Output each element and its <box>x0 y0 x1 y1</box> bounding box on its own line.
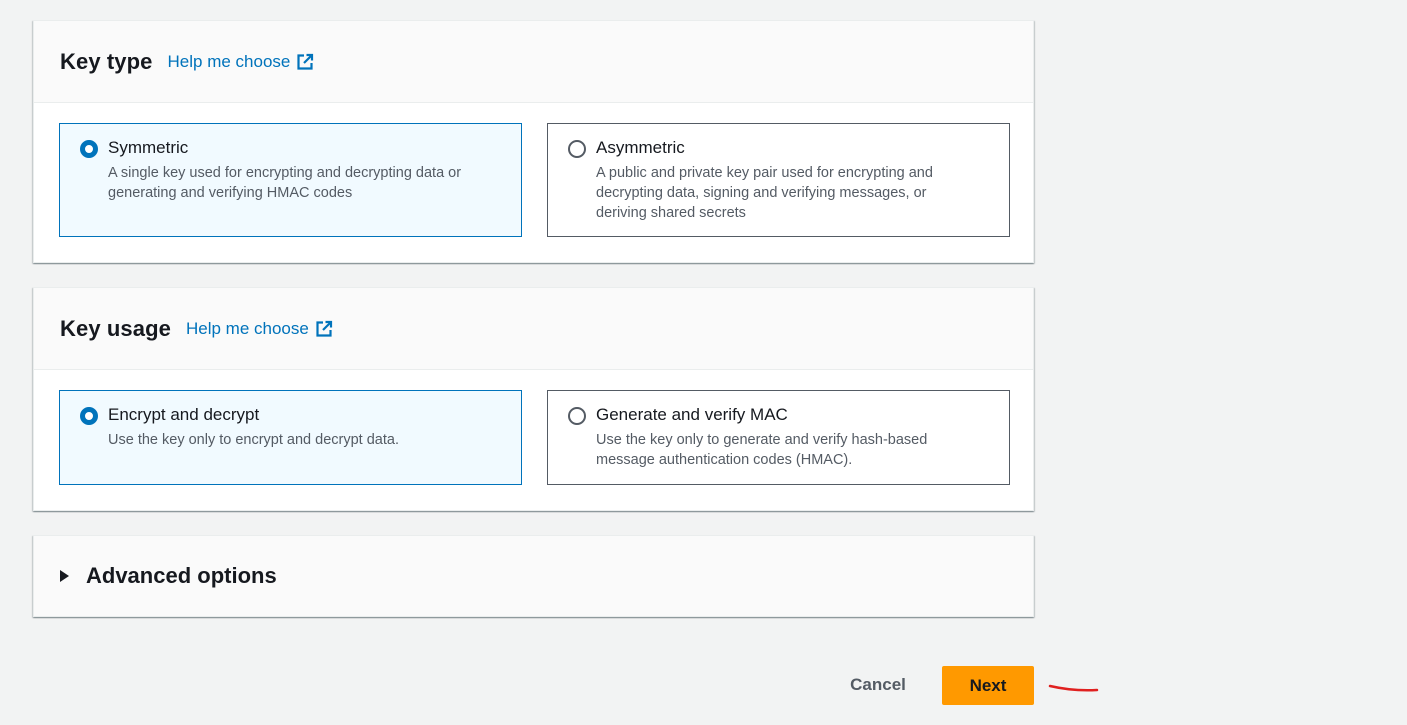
generate-verify-mac-description: Use the key only to generate and verify … <box>596 432 928 468</box>
generate-verify-mac-radio[interactable] <box>568 407 586 425</box>
symmetric-description: A single key used for encrypting and dec… <box>108 165 462 201</box>
key-type-panel: Key type Help me choose Symmetric A sing… <box>33 20 1034 263</box>
key-usage-help-label: Help me choose <box>185 318 309 338</box>
key-type-title: Key type <box>60 48 153 74</box>
encrypt-decrypt-title: Encrypt and decrypt <box>108 405 260 424</box>
asymmetric-radio[interactable] <box>568 140 586 158</box>
advanced-options-toggle[interactable]: Advanced options <box>34 536 1033 616</box>
external-link-icon <box>297 53 314 70</box>
key-type-header: Key type Help me choose <box>34 21 1033 103</box>
symmetric-title: Symmetric <box>108 138 189 157</box>
encrypt-decrypt-radio[interactable] <box>80 407 98 425</box>
external-link-icon <box>316 320 332 337</box>
cancel-button[interactable]: Cancel <box>838 666 918 704</box>
asymmetric-description: A public and private key pair used for e… <box>596 165 933 221</box>
symmetric-radio[interactable] <box>80 140 98 158</box>
next-button[interactable]: Next <box>942 666 1034 705</box>
key-type-option-symmetric[interactable]: Symmetric A single key used for encrypti… <box>59 123 522 237</box>
key-type-help-link[interactable]: Help me choose <box>168 52 315 72</box>
key-usage-option-generate-verify-mac[interactable]: Generate and verify MAC Use the key only… <box>547 390 1010 485</box>
key-type-options: Symmetric A single key used for encrypti… <box>34 103 1033 263</box>
advanced-options-panel: Advanced options <box>33 535 1034 617</box>
key-usage-panel: Key usage Help me choose Encrypt and dec… <box>33 287 1034 511</box>
key-usage-title: Key usage <box>60 315 171 341</box>
advanced-options-title: Advanced options <box>86 563 277 588</box>
caret-right-icon <box>60 570 69 582</box>
key-type-help-label: Help me choose <box>167 51 291 71</box>
generate-verify-mac-title: Generate and verify MAC <box>596 405 788 424</box>
key-usage-header: Key usage Help me choose <box>34 288 1033 370</box>
key-usage-options: Encrypt and decrypt Use the key only to … <box>34 370 1033 510</box>
key-type-option-asymmetric[interactable]: Asymmetric A public and private key pair… <box>547 123 1010 237</box>
encrypt-decrypt-description: Use the key only to encrypt and decrypt … <box>108 432 399 448</box>
asymmetric-title: Asymmetric <box>596 138 685 157</box>
annotation-mark <box>1048 684 1099 692</box>
key-usage-help-link[interactable]: Help me choose <box>186 319 333 339</box>
key-usage-option-encrypt-decrypt[interactable]: Encrypt and decrypt Use the key only to … <box>59 390 522 485</box>
